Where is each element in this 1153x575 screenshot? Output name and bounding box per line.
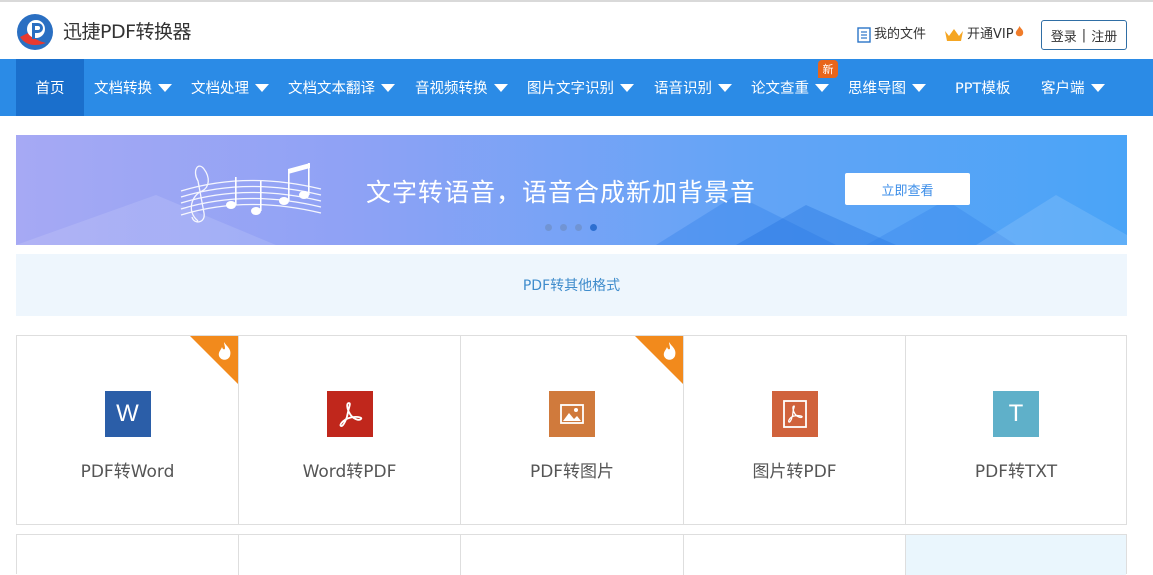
- tool-pdf-to-word[interactable]: W PDF转Word: [17, 336, 239, 524]
- nav-item-av-convert[interactable]: 音视频转换: [415, 59, 508, 116]
- nav-label: 思维导图: [848, 81, 906, 97]
- nav-item-doc-convert[interactable]: 文档转换: [94, 59, 172, 116]
- tool-cell[interactable]: [239, 535, 461, 575]
- image-icon: [549, 391, 595, 437]
- vip-link[interactable]: 开通VIP: [944, 25, 1024, 44]
- tool-label: PDF转TXT: [974, 462, 1058, 482]
- category-header: PDF转其他格式: [16, 254, 1127, 316]
- caret-down-icon: [815, 83, 829, 92]
- tool-cell[interactable]: [17, 535, 239, 575]
- tool-pdf-to-txt[interactable]: T PDF转TXT: [906, 336, 1126, 524]
- my-files-label: 我的文件: [874, 27, 927, 42]
- hot-badge-icon: [635, 336, 683, 384]
- carousel-dot-active[interactable]: [590, 224, 597, 231]
- register-link[interactable]: 注册: [1091, 26, 1117, 45]
- tool-cell-highlighted[interactable]: [906, 535, 1126, 575]
- nav-label: 首页: [35, 81, 65, 97]
- vip-label: 开通VIP: [967, 27, 1014, 42]
- login-register-box: 登录 | 注册: [1041, 20, 1127, 50]
- banner-title: 文字转语音，语音合成新加背景音: [366, 178, 757, 207]
- nav-item-speech[interactable]: 语音识别: [654, 59, 732, 116]
- tool-label: PDF转Word: [80, 462, 175, 482]
- banner-view-button[interactable]: 立即查看: [845, 173, 970, 205]
- nav-label: 文档转换: [94, 81, 152, 97]
- caret-down-icon: [493, 83, 508, 92]
- fire-small-icon: [1015, 25, 1023, 36]
- file-icon: [857, 27, 871, 43]
- tool-grid: W PDF转Word Word转PDF PDF转图片 图片转PDF T PDF转…: [16, 335, 1127, 525]
- tool-label: 图片转PDF: [752, 462, 837, 482]
- caret-down-icon: [381, 83, 395, 92]
- new-badge: 新: [818, 60, 838, 78]
- login-separator: |: [1081, 27, 1087, 43]
- tool-cell[interactable]: [461, 535, 684, 575]
- caret-down-icon: [158, 83, 172, 92]
- carousel-dot[interactable]: [575, 224, 582, 231]
- nav-item-ppt[interactable]: PPT模板: [955, 59, 1010, 116]
- carousel-dot[interactable]: [560, 224, 567, 231]
- tool-cell[interactable]: [684, 535, 906, 575]
- nav-item-translate[interactable]: 文档文本翻译: [288, 59, 395, 116]
- nav-label: 客户端: [1041, 81, 1085, 97]
- caret-down-icon: [255, 83, 269, 92]
- app-logo-icon[interactable]: [16, 13, 54, 51]
- nav-item-client[interactable]: 客户端: [1041, 59, 1105, 116]
- nav-item-ocr[interactable]: 图片文字识别: [527, 59, 634, 116]
- music-notes-icon: [180, 163, 322, 223]
- main-nav: 首页 文档转换 文档处理 文档文本翻译 音视频转换 图片文字识别 语音识别 论文…: [0, 59, 1153, 116]
- caret-down-icon: [1090, 83, 1105, 92]
- login-link[interactable]: 登录: [1051, 26, 1077, 45]
- tool-pdf-to-image[interactable]: PDF转图片: [461, 336, 684, 524]
- nav-label: 图片文字识别: [527, 81, 614, 97]
- caret-down-icon: [912, 83, 926, 92]
- caret-down-icon: [718, 83, 732, 92]
- tool-word-to-pdf[interactable]: Word转PDF: [239, 336, 461, 524]
- carousel-dots: [545, 224, 605, 231]
- category-title: PDF转其他格式: [522, 278, 621, 294]
- pdf-icon: [771, 391, 818, 437]
- tool-image-to-pdf[interactable]: 图片转PDF: [684, 336, 906, 524]
- word-icon: W: [104, 391, 151, 437]
- app-title[interactable]: 迅捷PDF转换器: [63, 20, 192, 44]
- nav-label: 论文查重: [751, 81, 809, 97]
- nav-label: PPT模板: [955, 81, 1011, 97]
- nav-item-doc-process[interactable]: 文档处理: [191, 59, 269, 116]
- crown-icon: [945, 29, 963, 41]
- tool-label: Word转PDF: [302, 462, 397, 482]
- nav-label: 文档处理: [191, 81, 249, 97]
- promo-banner[interactable]: 文字转语音，语音合成新加背景音 立即查看: [16, 135, 1127, 245]
- tool-grid-row-2: [16, 534, 1127, 575]
- txt-icon: T: [993, 391, 1039, 437]
- tool-label: PDF转图片: [529, 462, 615, 482]
- my-files-link[interactable]: 我的文件: [857, 26, 926, 44]
- hot-badge-icon: [190, 336, 238, 384]
- nav-label: 语音识别: [654, 81, 712, 97]
- nav-item-home[interactable]: 首页: [16, 59, 84, 116]
- nav-item-mindmap[interactable]: 思维导图: [848, 59, 926, 116]
- nav-label: 音视频转换: [415, 81, 488, 97]
- header: 迅捷PDF转换器 我的文件 开通VIP 登录 | 注册: [0, 2, 1153, 59]
- pdf-icon: [326, 391, 373, 437]
- nav-label: 文档文本翻译: [288, 81, 375, 97]
- carousel-dot[interactable]: [545, 224, 552, 231]
- caret-down-icon: [620, 83, 634, 92]
